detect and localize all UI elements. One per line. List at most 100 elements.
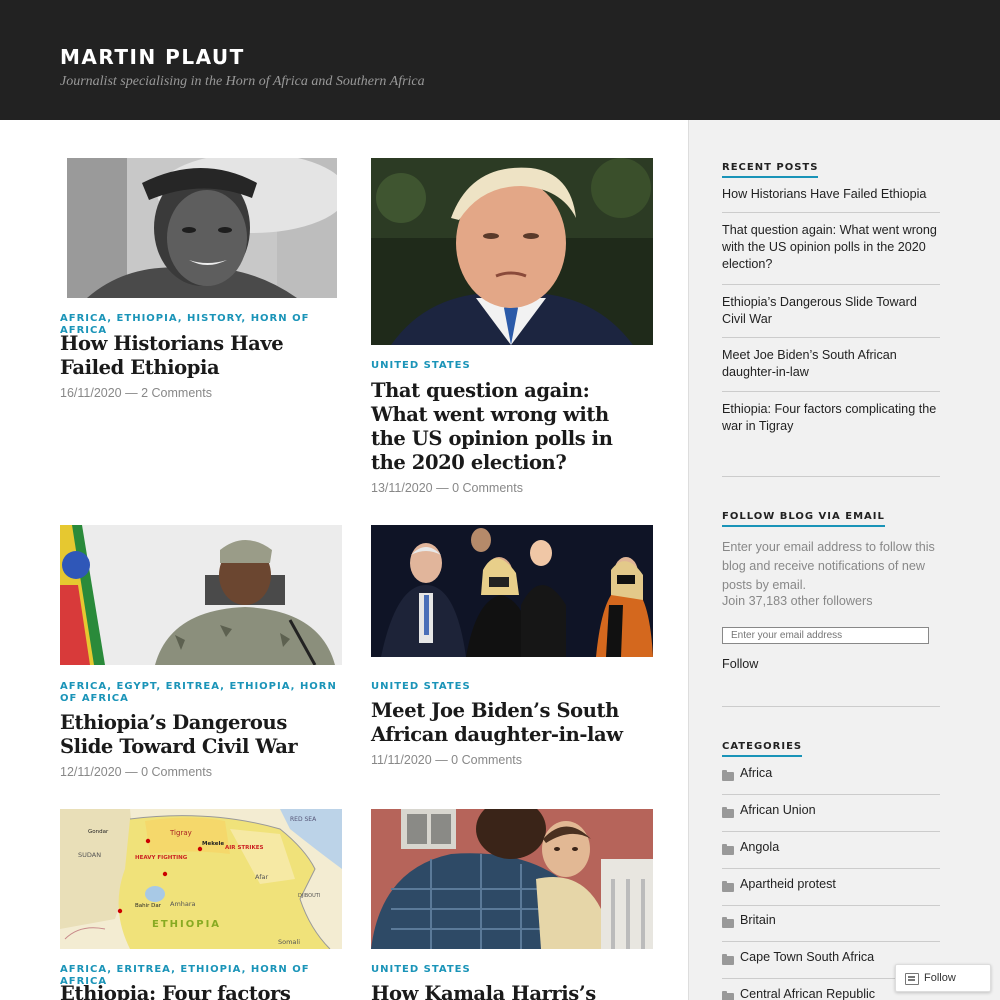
follower-count: Join 37,183 other followers (722, 594, 873, 608)
post-title[interactable]: How Kamala Harris’s (371, 982, 651, 1000)
floating-follow-label: Follow (924, 972, 956, 984)
category-label[interactable]: Central African Republic (740, 987, 875, 1000)
category-link[interactable]: AFRICA (60, 681, 107, 692)
map-label: RED SEA (290, 816, 317, 823)
category-link[interactable]: ETHIOPIA (229, 681, 290, 692)
folder-icon (722, 954, 734, 965)
map-label: Amhara (170, 900, 196, 908)
follow-blog-heading: FOLLOW BLOG VIA EMAIL (722, 511, 885, 527)
map-label: Mekele (202, 841, 224, 847)
folder-icon (722, 881, 734, 892)
category-label[interactable]: Britain (740, 913, 776, 927)
site-title[interactable]: MARTIN PLAUT (60, 45, 245, 69)
post-meta: 11/11/2020 — 0 Comments (371, 753, 523, 767)
map-label: HEAVY FIGHTING (135, 855, 188, 861)
map-label: Somali (278, 938, 300, 946)
divider (722, 905, 940, 906)
category-link[interactable]: AFRICA (60, 313, 107, 324)
post-categories: UNITED STATES (371, 360, 651, 372)
floating-follow-button[interactable]: Follow (895, 964, 991, 992)
category-link[interactable]: UNITED STATES (371, 360, 471, 371)
follow-description: Enter your email address to follow this … (722, 540, 935, 592)
divider (722, 868, 940, 869)
category-item[interactable]: Britain (722, 913, 940, 950)
divider (722, 212, 940, 213)
category-label[interactable]: Apartheid protest (740, 877, 836, 891)
site-description: Journalist specialising in the Horn of A… (60, 74, 425, 89)
post-title[interactable]: How Historians Have Failed Ethiopia (60, 332, 300, 380)
map-label: SUDAN (78, 851, 101, 859)
category-link[interactable]: HISTORY (187, 313, 241, 324)
post-thumbnail[interactable]: Tigray HEAVY FIGHTING AIR STRIKES ETHIOP… (60, 809, 342, 949)
comments-link[interactable]: 0 Comments (141, 765, 212, 779)
map-label: AIR STRIKES (225, 845, 263, 851)
divider (722, 337, 940, 338)
category-item[interactable]: Africa (722, 766, 940, 803)
recent-post-link[interactable]: Ethiopia: Four factors complicating the … (722, 401, 940, 435)
map-label: ETHIOPIA (152, 919, 221, 930)
category-link[interactable]: UNITED STATES (371, 681, 471, 692)
portrait-image (371, 158, 653, 345)
group-photo-image (371, 525, 653, 657)
category-link[interactable]: UNITED STATES (371, 964, 471, 975)
folder-icon (722, 807, 734, 818)
map-label: Gondar (88, 829, 109, 835)
category-link[interactable]: ERITREA (117, 964, 172, 975)
category-link[interactable]: ERITREA (166, 681, 221, 692)
category-label[interactable]: African Union (740, 803, 816, 817)
category-label[interactable]: Angola (740, 840, 779, 854)
recent-post-link[interactable]: Meet Joe Biden’s South African daughter-… (722, 347, 940, 381)
post-title[interactable]: Ethiopia’s Dangerous Slide Toward Civil … (60, 711, 330, 759)
category-link[interactable]: AFRICA (60, 964, 107, 975)
category-label[interactable]: Cape Town South Africa (740, 950, 874, 964)
category-link[interactable]: EGYPT (117, 681, 157, 692)
post-meta: 13/11/2020 — 0 Comments (371, 481, 523, 495)
divider (722, 391, 940, 392)
recent-posts-heading: RECENT POSTS (722, 162, 819, 178)
portrait-image (67, 158, 337, 298)
post-title[interactable]: That question again: What went wrong wit… (371, 379, 636, 475)
post-categories: UNITED STATES (371, 681, 651, 693)
category-link[interactable]: ETHIOPIA (180, 964, 241, 975)
folder-icon (722, 991, 734, 1000)
post-date[interactable]: 13/11/2020 (371, 481, 433, 495)
post-thumbnail[interactable] (67, 158, 337, 298)
category-item[interactable]: Apartheid protest (722, 877, 940, 914)
divider (722, 284, 940, 285)
email-input[interactable] (722, 627, 929, 644)
category-label[interactable]: Africa (740, 766, 772, 780)
post-thumbnail[interactable] (371, 158, 653, 345)
post-title[interactable]: Ethiopia: Four factors (60, 982, 340, 1000)
category-link[interactable]: ETHIOPIA (117, 313, 178, 324)
map-label: Bahir Dar (135, 903, 162, 909)
site-header: MARTIN PLAUT Journalist specialising in … (0, 0, 1000, 120)
comments-link[interactable]: 2 Comments (141, 386, 212, 400)
post-thumbnail[interactable] (371, 809, 653, 949)
post-thumbnail[interactable] (371, 525, 653, 657)
follow-button[interactable]: Follow (722, 657, 758, 671)
comments-link[interactable]: 0 Comments (451, 753, 522, 767)
recent-post-link[interactable]: Ethiopia’s Dangerous Slide Toward Civil … (722, 294, 940, 328)
comments-link[interactable]: 0 Comments (452, 481, 523, 495)
map-image: Tigray HEAVY FIGHTING AIR STRIKES ETHIOP… (60, 809, 342, 949)
category-item[interactable]: Angola (722, 840, 940, 877)
post-date[interactable]: 12/11/2020 (60, 765, 122, 779)
post-date[interactable]: 16/11/2020 (60, 386, 122, 400)
post-title[interactable]: Meet Joe Biden’s South African daughter-… (371, 699, 636, 747)
post-meta: 16/11/2020 — 2 Comments (60, 386, 212, 400)
folder-icon (722, 770, 734, 781)
categories-heading: CATEGORIES (722, 741, 803, 757)
post-date[interactable]: 11/11/2020 (371, 753, 432, 767)
portrait-image (60, 525, 342, 665)
folder-icon (722, 844, 734, 855)
recent-post-link[interactable]: How Historians Have Failed Ethiopia (722, 186, 940, 203)
divider (722, 831, 940, 832)
post-categories: AFRICA, EGYPT, ERITREA, ETHIOPIA, HORN O… (60, 681, 337, 704)
post-thumbnail[interactable] (60, 525, 342, 665)
category-item[interactable]: African Union (722, 803, 940, 840)
post-categories: UNITED STATES (371, 964, 651, 976)
folder-icon (722, 917, 734, 928)
post-meta: 12/11/2020 — 0 Comments (60, 765, 212, 779)
map-label: Tigray (169, 829, 192, 837)
recent-post-link[interactable]: That question again: What went wrong wit… (722, 222, 940, 273)
